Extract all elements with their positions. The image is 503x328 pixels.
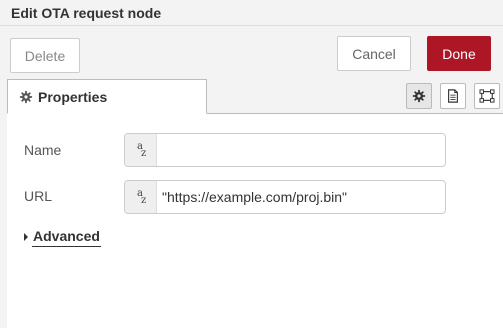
done-button[interactable]: Done: [427, 36, 491, 71]
string-az-icon[interactable]: az: [125, 181, 157, 213]
dialog-toolbar: Delete Cancel Done: [0, 26, 503, 79]
url-label: URL: [24, 188, 53, 204]
appearance-tab-button[interactable]: [474, 83, 500, 109]
caret-right-icon: [24, 233, 28, 241]
name-field: az: [124, 133, 446, 167]
tab-properties-label: Properties: [38, 88, 108, 105]
name-input[interactable]: [156, 134, 445, 166]
url-input[interactable]: [156, 181, 445, 213]
frame-icon: [479, 89, 495, 103]
string-az-icon[interactable]: az: [125, 134, 157, 166]
delete-button[interactable]: Delete: [10, 38, 80, 73]
advanced-label: Advanced: [32, 228, 101, 247]
cancel-button[interactable]: Cancel: [337, 36, 411, 71]
tab-bar: Properties: [7, 79, 503, 114]
advanced-toggle[interactable]: Advanced: [24, 228, 101, 247]
gear-icon: [19, 90, 33, 103]
url-field: az: [124, 180, 446, 214]
panel-left-edge: [0, 79, 7, 328]
dialog-titlebar: Edit OTA request node: [0, 0, 503, 26]
tab-properties[interactable]: Properties: [7, 79, 207, 114]
document-icon: [448, 89, 458, 103]
settings-tab-button[interactable]: [406, 83, 432, 109]
dialog-title: Edit OTA request node: [11, 5, 162, 21]
name-label: Name: [24, 142, 62, 158]
description-tab-button[interactable]: [440, 83, 466, 109]
gear-icon: [412, 89, 426, 103]
